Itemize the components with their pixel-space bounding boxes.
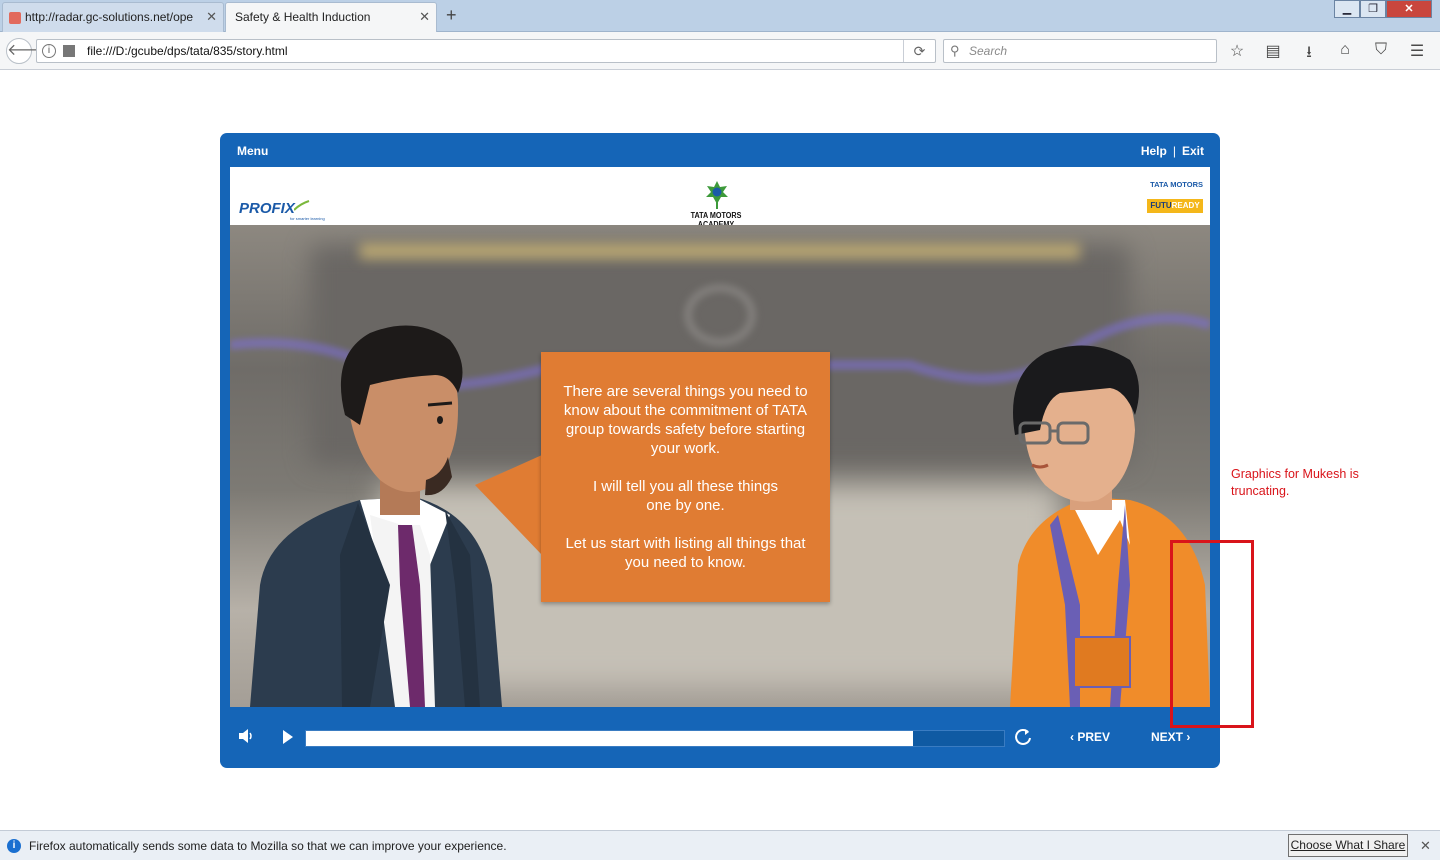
futu-text: FUTU [1150, 201, 1172, 210]
pocket-icon[interactable]: ⛉ [1370, 41, 1392, 68]
replay-icon[interactable] [1014, 728, 1032, 746]
profix-logo: PROFIX [239, 200, 295, 217]
next-label: NEXT [1151, 730, 1184, 744]
profix-swoosh-icon [294, 200, 310, 211]
hamburger-menu-icon[interactable]: ☰ [1406, 41, 1428, 68]
search-placeholder: Search [969, 44, 1008, 58]
reading-list-icon[interactable]: ▤ [1262, 41, 1284, 68]
logo-strip: PROFIX for smarter learning TATA MOTORS … [230, 167, 1210, 229]
profix-tagline: for smarter learning [290, 216, 325, 221]
exit-link[interactable]: Exit [1182, 144, 1204, 158]
player-controls: ‹ PREV NEXT › [220, 707, 1220, 768]
ready-text: READY [1171, 201, 1200, 210]
help-exit-links: Help | Exit [1141, 144, 1204, 158]
tab-strip: http://radar.gc-solutions.net/ope ✕ Safe… [0, 0, 1440, 32]
notification-message: Firefox automatically sends some data to… [29, 839, 507, 853]
tab-title: http://radar.gc-solutions.net/ope [25, 10, 194, 24]
seek-bar-fill [306, 731, 914, 746]
tab-safety-health-induction[interactable]: Safety & Health Induction ✕ [225, 2, 437, 32]
notification-bar: i Firefox automatically sends some data … [0, 830, 1440, 860]
menu-link[interactable]: Menu [237, 144, 268, 158]
minimize-button[interactable]: ▁ [1334, 0, 1360, 18]
close-tab-icon[interactable]: ✕ [419, 9, 430, 25]
toolbar-icons: ☆ ▤ ⭳ ⌂ ⛉ ☰ [1226, 41, 1428, 68]
site-info-icon[interactable]: i [42, 44, 56, 58]
bookmark-star-icon[interactable]: ☆ [1226, 41, 1248, 68]
url-text[interactable]: file:///D:/gcube/dps/tata/835/story.html [87, 44, 288, 58]
back-arrow-icon[interactable]: 🡐 [6, 38, 50, 64]
bubble-paragraph-3: Let us start with listing all things tha… [565, 535, 806, 571]
tab-radar[interactable]: http://radar.gc-solutions.net/ope ✕ [2, 2, 224, 32]
bubble-paragraph-2: I will tell you all these things one by … [592, 478, 779, 514]
help-link[interactable]: Help [1141, 144, 1167, 158]
search-input[interactable]: ⚲ Search [943, 39, 1217, 63]
annotation-highlight-box [1170, 540, 1254, 728]
volume-icon[interactable] [238, 729, 256, 743]
academy-emblem-icon [706, 181, 728, 209]
prev-label: PREV [1077, 730, 1111, 744]
seek-bar[interactable] [305, 730, 1005, 747]
futuready-logo: FUTUREADY [1147, 199, 1203, 213]
close-tab-icon[interactable]: ✕ [206, 9, 217, 25]
new-tab-icon[interactable]: + [446, 5, 457, 26]
next-button[interactable]: NEXT › [1151, 730, 1190, 744]
search-icon: ⚲ [950, 43, 960, 58]
slide-stage: There are several things you need to kno… [230, 225, 1210, 707]
tata-motors-logo: TATA MOTORS [1150, 180, 1203, 189]
close-notification-icon[interactable]: ✕ [1420, 838, 1431, 854]
reload-icon[interactable]: ⟳ [903, 40, 935, 62]
page-favicon-icon [9, 12, 21, 24]
chevron-right-icon: › [1183, 730, 1191, 744]
link-separator: | [1172, 144, 1176, 158]
course-player: Menu Help | Exit PROFIX for smarter learni… [220, 133, 1220, 768]
info-icon: i [7, 839, 21, 853]
choose-what-i-share-button[interactable]: Choose What I Share [1288, 834, 1408, 857]
annotation-note: Graphics for Mukesh is truncating. [1231, 467, 1359, 498]
prev-button[interactable]: ‹ PREV [1070, 730, 1110, 744]
close-window-button[interactable]: ✕ [1386, 0, 1432, 18]
bubble-paragraph-1: There are several things you need to kno… [563, 383, 808, 457]
page-icon [63, 45, 75, 57]
navigation-bar: 🡐 i file:///D:/gcube/dps/tata/835/story.… [0, 32, 1440, 70]
speech-bubble: There are several things you need to kno… [541, 352, 830, 602]
speech-bubble-tail [475, 455, 542, 555]
window-controls: ▁ ❐ ✕ [1334, 0, 1432, 18]
download-icon[interactable]: ⭳ [1298, 41, 1320, 68]
play-icon[interactable] [282, 730, 294, 744]
home-icon[interactable]: ⌂ [1334, 41, 1356, 68]
tab-title: Safety & Health Induction [235, 10, 371, 24]
restore-button[interactable]: ❐ [1360, 0, 1386, 18]
address-bar[interactable]: i file:///D:/gcube/dps/tata/835/story.ht… [36, 39, 936, 63]
